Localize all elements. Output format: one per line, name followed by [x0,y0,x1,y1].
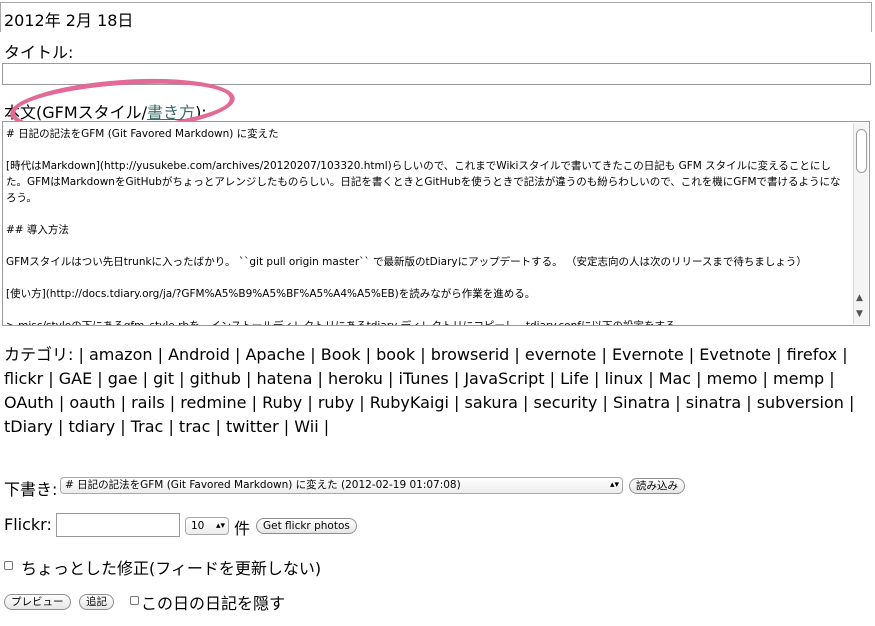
category-item[interactable]: oauth [69,393,115,412]
category-item[interactable]: git [153,369,174,388]
scroll-down-icon[interactable]: ▼ [856,309,863,319]
body-line: GFMスタイルはつい先日trunkに入ったばかり。 ``git pull ori… [6,256,807,268]
category-item[interactable]: iTunes [399,369,449,388]
category-item[interactable]: JavaScript [464,369,544,388]
category-item[interactable]: browserid [431,345,510,364]
category-item[interactable]: redmine [180,393,246,412]
category-item[interactable]: heroku [328,369,383,388]
category-label: カテゴリ: [4,345,74,364]
category-item[interactable]: ruby [318,393,354,412]
select-arrows-icon: ▴▾ [609,480,619,490]
category-item[interactable]: GAE [59,369,92,388]
body-line: [使い方](http://docs.tdiary.org/ja/?GFM%A5%… [6,288,536,300]
category-item[interactable]: memp [773,369,824,388]
category-item[interactable]: Sinatra [613,393,670,412]
category-item[interactable]: subversion [757,393,844,412]
category-item[interactable]: flickr [4,369,43,388]
category-item[interactable]: hatena [256,369,312,388]
category-item[interactable]: firefox [787,345,838,364]
category-item[interactable]: Life [560,369,589,388]
category-item[interactable]: linux [604,369,643,388]
body-line: [時代はMarkdown](http://yusukebe.com/archiv… [6,160,841,204]
category-item[interactable]: tDiary [4,417,53,436]
flickr-label: Flickr: [4,515,52,534]
append-button[interactable]: 追記 [79,594,114,610]
body-label-suffix: ): [195,103,207,122]
category-item[interactable]: twitter [226,417,279,436]
flickr-search-input[interactable] [56,513,180,537]
body-line: ## 導入方法 [6,224,69,236]
category-item[interactable]: Apache [245,345,305,364]
category-item[interactable]: github [190,369,241,388]
hide-diary-checkbox[interactable] [130,596,139,605]
body-textarea[interactable]: # 日記の記法をGFM (Git Favored Markdown) に変えた … [2,121,870,326]
body-text: # 日記の記法をGFM (Git Favored Markdown) に変えた … [6,126,851,326]
diary-date: 2012年 2月 18日 [4,11,134,30]
category-item[interactable]: security [534,393,598,412]
category-item[interactable]: sakura [465,393,518,412]
category-item[interactable]: Evernote [612,345,684,364]
draft-label: 下書き: [4,480,58,499]
category-item[interactable]: gae [108,369,138,388]
diary-edit-form: 2012年 2月 18日 タイトル: 本文(GFMスタイル/書き方): # 日記… [0,0,873,624]
category-item[interactable]: RubyKaigi [370,393,449,412]
select-arrows-icon: ▴▾ [215,521,225,531]
flickr-count-select[interactable]: 10 ▴▾ [185,517,229,535]
category-item[interactable]: trac [179,417,210,436]
category-item[interactable]: evernote [525,345,597,364]
category-item[interactable]: book [376,345,415,364]
body-line: # 日記の記法をGFM (Git Favored Markdown) に変えた [6,128,279,140]
scroll-up-icon[interactable]: ▲ [856,293,863,303]
body-label: 本文(GFMスタイル/書き方): [4,99,207,123]
category-item[interactable]: OAuth [4,393,54,412]
body-line: > misc/styleの下にあるgfm_style.rbを、インストールディレ… [6,320,686,326]
load-draft-button[interactable]: 読み込み [629,478,685,494]
body-label-prefix: 本文(GFMスタイル/ [4,103,148,122]
title-label: タイトル: [4,43,74,62]
category-item[interactable]: Ruby [262,393,302,412]
category-item[interactable]: Trac [131,417,164,436]
textarea-scrollbar[interactable]: ▲ ▼ [853,123,868,324]
flickr-count-unit: 件 [234,519,251,538]
category-item[interactable]: amazon [89,345,153,364]
category-item[interactable]: rails [131,393,165,412]
syntax-help-link[interactable]: 書き方 [147,103,195,122]
draft-select[interactable]: # 日記の記法をGFM (Git Favored Markdown) に変えた … [60,477,623,494]
minor-edit-label: ちょっとした修正(フィードを更新しない) [21,559,322,578]
category-item[interactable]: Wii [294,417,318,436]
flickr-count-value: 10 [191,520,205,532]
category-item[interactable]: tdiary [68,417,115,436]
category-item[interactable]: Mac [659,369,691,388]
category-item[interactable]: Android [168,345,230,364]
minor-edit-checkbox[interactable] [4,561,13,570]
get-flickr-photos-button[interactable]: Get flickr photos [256,518,357,534]
date-row: 2012年 2月 18日 [0,2,872,32]
category-item[interactable]: Book [321,345,361,364]
scrollbar-thumb[interactable] [856,129,867,173]
category-list: カテゴリ: | amazon | Android | Apache | Book… [4,345,855,436]
title-input[interactable] [2,63,871,85]
category-item[interactable]: sinatra [686,393,741,412]
category-item[interactable]: memo [707,369,758,388]
preview-button[interactable]: プレビュー [4,594,71,610]
draft-selected-value: # 日記の記法をGFM (Git Favored Markdown) に変えた … [65,479,461,491]
hide-diary-label: この日の日記を隠す [141,594,286,613]
category-item[interactable]: Evetnote [699,345,771,364]
